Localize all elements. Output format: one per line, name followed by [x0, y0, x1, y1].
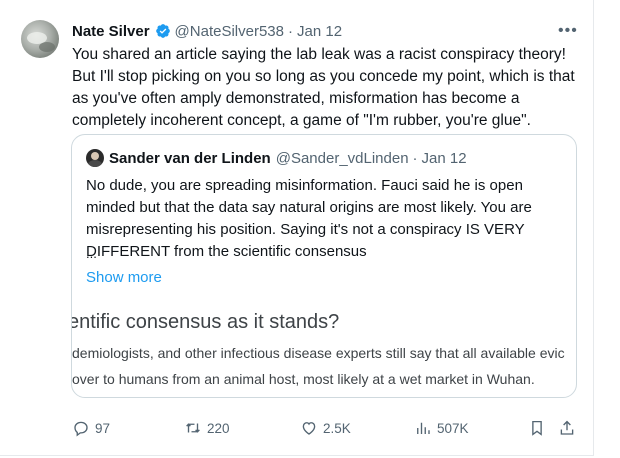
- views-icon: [417, 422, 430, 434]
- tweet-date[interactable]: Jan 12: [297, 23, 342, 40]
- author-name[interactable]: Nate Silver: [72, 23, 150, 40]
- views-button[interactable]: 507K: [414, 416, 469, 440]
- quoted-tweet-ellipsis: ...: [86, 246, 97, 261]
- quoted-author-name: Sander van der Linden: [109, 149, 271, 167]
- share-icon: [560, 420, 574, 435]
- quoted-tweet-date: Jan 12: [421, 149, 467, 167]
- separator-dot: ·: [288, 22, 293, 40]
- article-heading: entific consensus as it stands?: [71, 311, 340, 333]
- separator-dot: ·: [412, 149, 418, 167]
- bookmark-button[interactable]: [528, 416, 551, 440]
- quoted-tweet-text: No dude, you are spreading misinformatio…: [86, 177, 532, 260]
- verified-badge-icon: [155, 24, 170, 38]
- tweet-header: Nate Silver @NateSilver538 · Jan 12: [72, 20, 342, 42]
- views-count: 507K: [437, 420, 469, 436]
- like-button[interactable]: 2.5K: [300, 416, 351, 440]
- quoted-author-handle: @Sander_vdLinden: [275, 149, 409, 167]
- tweet-card: Nate Silver @NateSilver538 · Jan 12 ••• …: [0, 0, 594, 456]
- reply-icon: [74, 421, 88, 437]
- reply-count: 97: [95, 420, 111, 436]
- share-button[interactable]: [558, 416, 581, 440]
- retweet-button[interactable]: 220: [184, 416, 230, 440]
- show-more-link[interactable]: Show more: [86, 269, 162, 286]
- retweet-icon: [186, 423, 200, 433]
- like-count: 2.5K: [323, 420, 351, 436]
- quoted-tweet-header: Sander van der Linden @Sander_vdLinden ·…: [86, 149, 467, 167]
- article-line: demiologists, and other infectious disea…: [72, 345, 565, 361]
- quoted-author-avatar: [86, 149, 104, 167]
- bookmark-icon: [532, 420, 542, 436]
- retweet-count: 220: [207, 420, 230, 436]
- article-line: over to humans from an animal host, most…: [72, 371, 535, 387]
- author-avatar[interactable]: [21, 20, 59, 58]
- more-icon[interactable]: •••: [558, 22, 578, 40]
- quoted-tweet[interactable]: Sander van der Linden @Sander_vdLinden ·…: [71, 134, 577, 398]
- heart-icon: [302, 422, 316, 435]
- reply-button[interactable]: 97: [72, 416, 110, 440]
- author-handle[interactable]: @NateSilver538: [175, 23, 284, 40]
- tweet-actions: 97 220 2.5K 507K: [72, 416, 587, 440]
- tweet-text: You shared an article saying the lab lea…: [72, 46, 575, 129]
